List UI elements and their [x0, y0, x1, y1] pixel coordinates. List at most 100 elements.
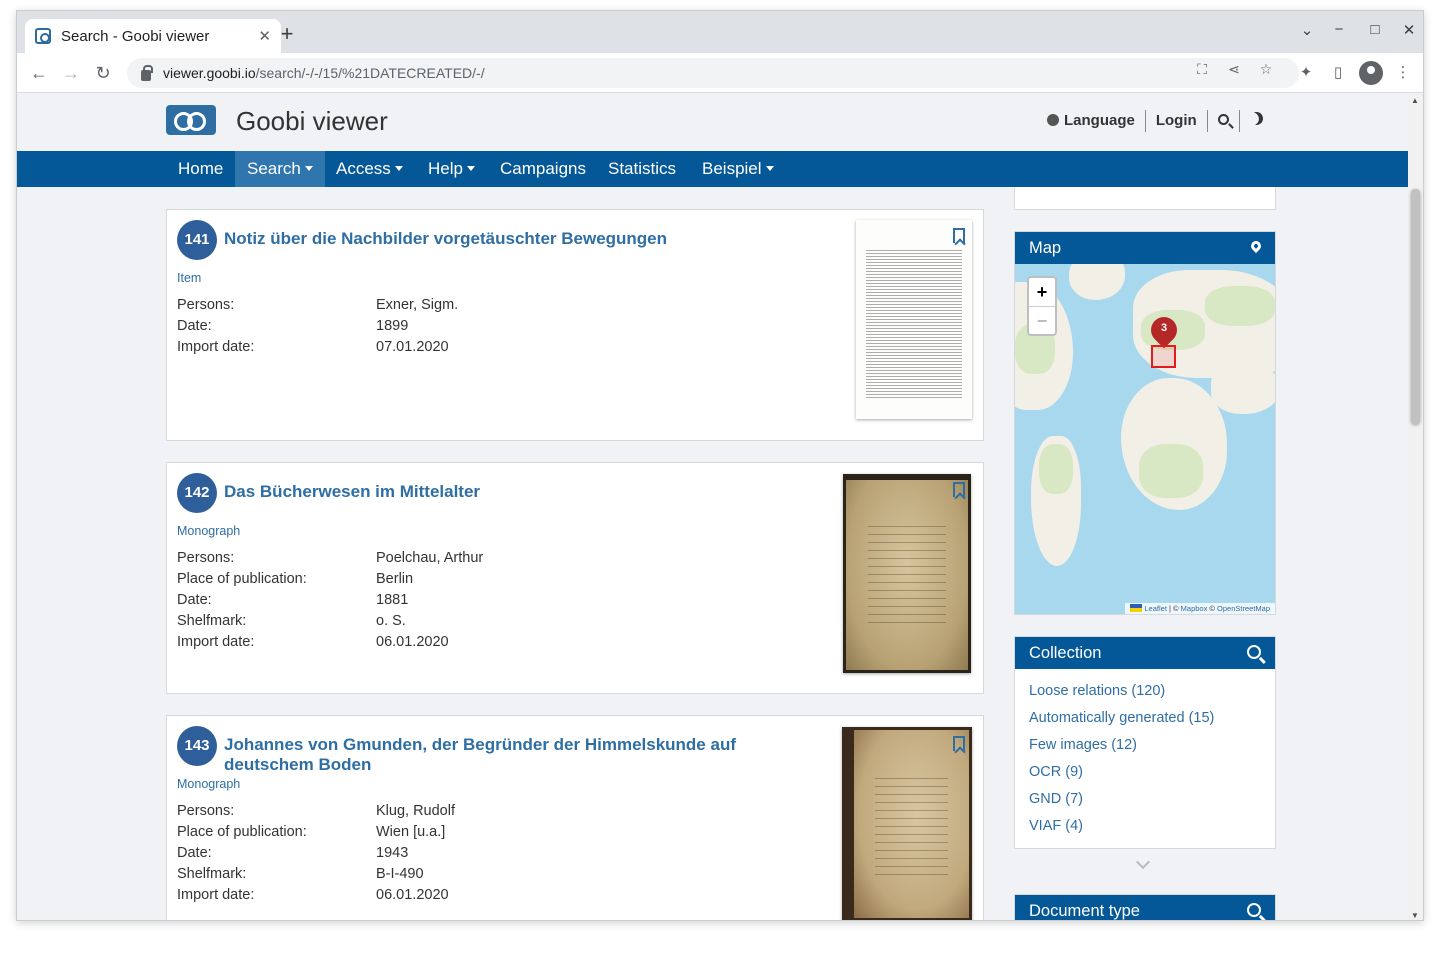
minimize-icon[interactable]: −	[1329, 21, 1349, 38]
metadata-label: Place of publication:	[177, 571, 307, 587]
page-scrollbar[interactable]: ▲ ▼	[1408, 94, 1423, 920]
nav-campaigns[interactable]: Campaigns	[488, 151, 598, 187]
page-text-lines	[866, 248, 962, 399]
hit-number-badge: 143	[177, 726, 217, 766]
browser-tab[interactable]: Search - Goobi viewer ✕	[25, 19, 281, 53]
leaflet-link[interactable]: Leaflet	[1144, 604, 1167, 613]
hit-thumbnail[interactable]	[843, 474, 971, 673]
metadata-label: Persons:	[177, 550, 235, 566]
bookmark-icon[interactable]	[953, 482, 965, 497]
metadata-row: Import date: 06.01.2020	[177, 632, 483, 653]
search-icon[interactable]	[1247, 903, 1261, 917]
hit-thumbnail[interactable]	[856, 220, 972, 419]
metadata-label: Shelfmark:	[177, 866, 247, 882]
collection-list: Loose relations (120) Automatically gene…	[1015, 669, 1275, 848]
hit-thumbnail[interactable]	[842, 727, 972, 920]
map-land	[1069, 264, 1125, 300]
caret-down-icon	[466, 166, 475, 171]
bookmark-icon[interactable]	[953, 736, 965, 751]
collection-item[interactable]: VIAF (4)	[1029, 817, 1261, 844]
metadata-row: Date: 1881	[177, 590, 483, 611]
cover-text-lines	[874, 771, 949, 877]
tab-title: Search - Goobi viewer	[61, 27, 210, 45]
goobi-logo[interactable]	[166, 105, 216, 135]
metadata-row: Place of publication: Berlin	[177, 569, 483, 590]
tab-search-icon[interactable]: ⌄	[1297, 21, 1317, 39]
bookmark-icon[interactable]	[953, 228, 965, 243]
mapbox-link[interactable]: Mapbox	[1181, 604, 1208, 613]
hit-metadata: Persons: Klug, Rudolf Place of publicatio…	[177, 801, 455, 906]
hit-number-badge: 141	[177, 220, 217, 260]
address-bar[interactable]: viewer.goobi.io/search/-/-/15/%21DATECRE…	[127, 58, 1299, 88]
metadata-value: Poelchau, Arthur	[376, 550, 484, 566]
share-icon[interactable]: ⋖	[1225, 61, 1243, 78]
dark-mode-toggle[interactable]	[1240, 110, 1273, 132]
chevron-down-icon[interactable]	[1135, 854, 1151, 870]
zoom-out-button[interactable]: −	[1029, 306, 1055, 334]
sidebar-widget-stub	[1014, 187, 1276, 210]
metadata-label: Shelfmark:	[177, 613, 247, 629]
osm-link[interactable]: OpenStreetMap	[1217, 604, 1270, 613]
nav-help[interactable]: Help	[416, 151, 487, 187]
new-tab-button[interactable]: +	[275, 21, 299, 47]
map-canvas[interactable]: + − 3 Leaflet | © Mapbox © OpenStreetMap	[1015, 264, 1275, 614]
nav-access[interactable]: Access	[324, 151, 415, 187]
metadata-row: Import date: 07.01.2020	[177, 337, 458, 358]
sidepanel-icon[interactable]: ▯	[1327, 63, 1349, 81]
translate-icon[interactable]: ⛶	[1193, 61, 1211, 78]
map-cluster-count: 3	[1160, 322, 1168, 334]
forward-icon[interactable]: →	[57, 59, 85, 87]
map-vegetation	[1205, 286, 1275, 326]
metadata-row: Persons: Poelchau, Arthur	[177, 548, 483, 569]
map-widget-title: Map	[1029, 239, 1062, 257]
search-icon[interactable]	[1247, 645, 1261, 659]
header-search-button[interactable]	[1208, 110, 1240, 132]
extensions-icon[interactable]: ✦	[1295, 63, 1317, 81]
hit-doc-type: Item	[177, 271, 202, 285]
hit-metadata: Persons: Exner, Sigm. Date: 1899 Import da…	[177, 295, 458, 358]
language-link[interactable]: Language	[1037, 110, 1146, 132]
menu-icon[interactable]: ⋮	[1392, 63, 1414, 81]
metadata-label: Import date:	[177, 339, 255, 355]
search-hit: 141 Notiz über die Nachbilder vorgetäusc…	[166, 209, 984, 441]
metadata-value: 06.01.2020	[376, 887, 449, 903]
nav-home[interactable]: Home	[166, 151, 235, 187]
scrollbar-thumb[interactable]	[1411, 189, 1420, 424]
tab-close-icon[interactable]: ✕	[258, 27, 271, 45]
metadata-row: Place of publication: Wien [u.a.]	[177, 822, 455, 843]
collection-item[interactable]: Loose relations (120)	[1029, 682, 1261, 709]
close-window-icon[interactable]: ✕	[1399, 21, 1419, 39]
nav-campaigns-label: Campaigns	[500, 159, 586, 178]
site-title[interactable]: Goobi viewer	[236, 106, 388, 137]
map-vegetation	[1139, 444, 1203, 498]
reload-icon[interactable]: ↻	[89, 59, 117, 87]
collection-item[interactable]: Few images (12)	[1029, 736, 1261, 763]
star-icon[interactable]: ☆	[1257, 61, 1275, 78]
hit-title-link[interactable]: Notiz über die Nachbilder vorgetäuschter…	[224, 229, 824, 249]
metadata-label: Persons:	[177, 297, 235, 313]
nav-beispiel[interactable]: Beispiel	[690, 151, 786, 187]
nav-statistics[interactable]: Statistics	[596, 151, 688, 187]
nav-search[interactable]: Search	[235, 151, 325, 187]
metadata-value: 1899	[376, 318, 409, 334]
maximize-icon[interactable]: □	[1365, 21, 1385, 38]
nav-statistics-label: Statistics	[608, 159, 677, 178]
login-link[interactable]: Login	[1146, 110, 1208, 132]
metadata-value: Berlin	[376, 571, 414, 587]
hit-title-link[interactable]: Das Bücherwesen im Mittelalter	[224, 482, 824, 502]
nav-access-label: Access	[336, 159, 391, 178]
profile-icon[interactable]	[1359, 61, 1383, 85]
back-icon[interactable]: ←	[25, 59, 53, 87]
metadata-row: Shelfmark: B-I-490	[177, 864, 455, 885]
hit-metadata: Persons: Poelchau, Arthur Place of public…	[177, 548, 483, 653]
scroll-down-icon[interactable]: ▼	[1411, 911, 1419, 920]
collection-item[interactable]: Automatically generated (15)	[1029, 709, 1261, 736]
attribution-copyright: ©	[1207, 604, 1218, 613]
collection-widget-header: Collection	[1015, 637, 1275, 669]
scroll-up-icon[interactable]: ▲	[1411, 96, 1419, 105]
collection-item[interactable]: GND (7)	[1029, 790, 1261, 817]
collection-item[interactable]: OCR (9)	[1029, 763, 1261, 790]
ukraine-flag-icon	[1130, 604, 1143, 612]
hit-title-link[interactable]: Johannes von Gmunden, der Begründer der …	[224, 735, 824, 775]
zoom-in-button[interactable]: +	[1029, 278, 1055, 306]
